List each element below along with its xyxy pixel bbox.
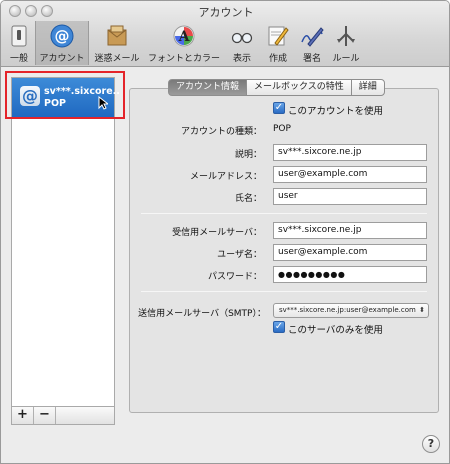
smtp-server-label: 送信用メールサーバ（SMTP）：: [138, 309, 266, 319]
pencil-icon: [268, 26, 289, 46]
toolbar-viewing[interactable]: 表示: [227, 21, 257, 65]
account-type-value: POP: [273, 124, 291, 134]
rules-icon: [337, 26, 355, 46]
use-only-this-server-checkbox[interactable]: ✓: [273, 321, 285, 333]
incoming-server-field[interactable]: sv***.sixcore.ne.jp: [273, 222, 427, 239]
toolbar-general[interactable]: 一般: [3, 21, 35, 65]
incoming-server-label: 受信用メールサーバ：: [172, 228, 262, 238]
svg-text:@: @: [55, 27, 70, 45]
enable-account-checkbox[interactable]: ✓: [273, 102, 285, 114]
fullname-field[interactable]: user: [273, 188, 427, 205]
glasses-icon: [231, 32, 253, 44]
remove-account-button[interactable]: −: [34, 407, 56, 424]
font-color-icon: A: [173, 25, 195, 47]
enable-account-label: このアカウントを使用: [288, 106, 384, 117]
toolbar-viewing-label: 表示: [232, 54, 251, 64]
smtp-server-select[interactable]: sv***.sixcore.ne.jp:user@example.com ⬍: [273, 303, 429, 318]
username-field[interactable]: user@example.com: [273, 244, 427, 261]
username-label: ユーザ名：: [217, 250, 262, 260]
tab-mailbox-behaviors[interactable]: メールボックスの特性: [246, 79, 352, 96]
description-label: 説明：: [234, 150, 262, 160]
tab-account-info[interactable]: アカウント情報: [168, 79, 248, 96]
divider: [141, 291, 427, 292]
toolbar-signatures[interactable]: 署名: [297, 21, 327, 65]
window-title: アカウント: [198, 6, 254, 19]
toolbar-fonts-colors-label: フォントとカラー: [147, 54, 220, 64]
add-account-button[interactable]: +: [12, 407, 34, 424]
toolbar-junk-mail[interactable]: 迷惑メール: [91, 21, 143, 65]
toolbar-composing[interactable]: 作成: [263, 21, 293, 65]
toolbar-junk-mail-label: 迷惑メール: [94, 54, 140, 64]
tab-advanced[interactable]: 詳細: [350, 79, 385, 96]
toolbar-rules[interactable]: ルール: [331, 21, 361, 65]
preferences-window: アカウント 一般 @ アカウント 迷惑メール A フォントとカラー 表示 作成 …: [0, 0, 450, 464]
updown-arrows-icon: ⬍: [419, 306, 425, 314]
toolbar-signatures-label: 署名: [302, 54, 321, 64]
switch-icon: [11, 25, 27, 47]
mouse-cursor-icon: [98, 96, 108, 110]
password-label: パスワード：: [207, 272, 262, 282]
toolbar-composing-label: 作成: [268, 54, 287, 64]
account-list: @ sv***.sixcore.. POP: [11, 77, 120, 407]
toolbar-general-label: 一般: [9, 54, 28, 64]
fullname-label: 氏名：: [234, 194, 262, 204]
description-field[interactable]: sv***.sixcore.ne.jp: [273, 144, 427, 161]
password-field[interactable]: ●●●●●●●●●: [273, 266, 427, 283]
svg-text:A: A: [178, 29, 191, 45]
account-list-footer: + −: [11, 407, 115, 425]
junk-mail-icon: [107, 25, 127, 46]
toolbar-accounts[interactable]: @ アカウント: [35, 21, 89, 65]
email-label: メールアドレス：: [189, 172, 262, 182]
toolbar-fonts-colors[interactable]: A フォントとカラー: [147, 21, 221, 65]
account-type-label: アカウントの種類：: [180, 127, 262, 137]
highlight-annotation: [5, 71, 125, 119]
toolbar-rules-label: ルール: [332, 54, 360, 64]
use-only-this-server-label: このサーバのみを使用: [288, 325, 383, 336]
titlebar: アカウント 一般 @ アカウント 迷惑メール A フォントとカラー 表示 作成 …: [1, 1, 449, 67]
toolbar-accounts-label: アカウント: [39, 54, 85, 64]
email-field[interactable]: user@example.com: [273, 166, 427, 183]
smtp-server-value: sv***.sixcore.ne.jp:user@example.com: [279, 306, 416, 314]
help-button[interactable]: ?: [422, 435, 440, 453]
tab-bar: アカウント情報 メールボックスの特性 詳細: [168, 79, 385, 97]
divider: [141, 213, 427, 214]
signature-icon: [301, 27, 324, 47]
at-sign-icon: @: [50, 24, 74, 48]
